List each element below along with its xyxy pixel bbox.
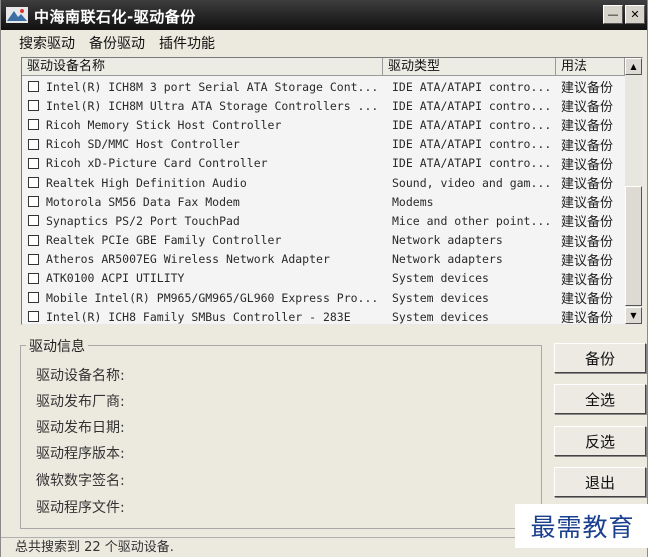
- row-driver-type: IDE ATA/ATAPI contro...: [392, 137, 552, 152]
- invert-selection-button[interactable]: 反选: [554, 426, 646, 456]
- row-device-name: Atheros AR5007EG Wireless Network Adapte…: [46, 252, 330, 267]
- select-all-button[interactable]: 全选: [554, 384, 646, 414]
- close-icon[interactable]: ✕: [625, 5, 645, 24]
- row-driver-type: IDE ATA/ATAPI contro...: [392, 117, 552, 132]
- driver-list[interactable]: 驱动设备名称 驱动类型 用法 Intel(R) ICH8M 3 port Ser…: [21, 57, 643, 325]
- menu-plugins[interactable]: 插件功能: [159, 33, 215, 53]
- row-recommendation: 建议备份: [561, 196, 614, 212]
- row-checkbox[interactable]: [28, 272, 39, 284]
- row-recommendation: 建议备份: [561, 311, 614, 325]
- table-row[interactable]: ATK0100 ACPI UTILITY System devices 建议备份: [22, 269, 625, 288]
- row-driver-type: Sound, video and gam...: [392, 175, 552, 190]
- row-checkbox[interactable]: [28, 177, 39, 189]
- scroll-thumb[interactable]: [625, 186, 642, 306]
- row-device-name: Realtek PCIe GBE Family Controller: [46, 233, 282, 248]
- row-device-name: Ricoh SD/MMC Host Controller: [46, 137, 240, 152]
- row-recommendation: 建议备份: [561, 100, 614, 116]
- scroll-down-icon[interactable]: ▼: [625, 307, 642, 324]
- row-device-name: ATK0100 ACPI UTILITY: [46, 271, 185, 286]
- row-checkbox[interactable]: [28, 234, 39, 246]
- row-recommendation: 建议备份: [561, 272, 614, 288]
- backup-button[interactable]: 备份: [554, 343, 646, 373]
- row-checkbox[interactable]: [28, 215, 39, 227]
- row-driver-type: Network adapters: [392, 252, 503, 267]
- watermark-logo: 最需教育: [515, 504, 650, 548]
- row-driver-type: IDE ATA/ATAPI contro...: [392, 98, 552, 113]
- row-device-name: Realtek High Definition Audio: [46, 175, 247, 190]
- list-header: 驱动设备名称 驱动类型 用法: [22, 58, 625, 76]
- table-row[interactable]: Ricoh xD-Picture Card Controller IDE ATA/…: [22, 154, 625, 173]
- row-recommendation: 建议备份: [561, 119, 614, 135]
- field-vendor: 驱动发布厂商:: [36, 394, 125, 410]
- row-driver-type: System devices: [392, 271, 489, 286]
- table-row[interactable]: Realtek PCIe GBE Family Controller Networ…: [22, 231, 625, 250]
- menu-backup-drivers[interactable]: 备份驱动: [89, 33, 145, 53]
- scroll-up-icon[interactable]: ▲: [625, 58, 642, 75]
- row-checkbox[interactable]: [28, 253, 39, 265]
- driver-info-title: 驱动信息: [26, 336, 88, 356]
- title-bar[interactable]: 中海南联石化-驱动备份 — ✕: [1, 0, 647, 30]
- row-checkbox[interactable]: [28, 196, 39, 208]
- row-driver-type: System devices: [392, 290, 489, 305]
- table-row[interactable]: Realtek High Definition Audio Sound, vide…: [22, 173, 625, 192]
- app-icon: [6, 7, 28, 23]
- field-version: 驱动程序版本:: [36, 446, 125, 462]
- table-row[interactable]: Intel(R) ICH8 Family SMBus Controller - …: [22, 307, 625, 325]
- exit-button[interactable]: 退出: [554, 467, 646, 497]
- row-checkbox[interactable]: [28, 157, 39, 169]
- table-row[interactable]: Intel(R) ICH8M Ultra ATA Storage Control…: [22, 96, 625, 115]
- menu-search-drivers[interactable]: 搜索驱动: [19, 33, 75, 53]
- field-date: 驱动发布日期:: [36, 420, 125, 436]
- list-rows: Intel(R) ICH8M 3 port Serial ATA Storage…: [22, 77, 625, 325]
- app-window: 中海南联石化-驱动备份 — ✕ 搜索驱动 备份驱动 插件功能 驱动设备名称 驱动…: [0, 0, 648, 557]
- row-checkbox[interactable]: [28, 100, 39, 112]
- row-checkbox[interactable]: [28, 119, 39, 131]
- row-checkbox[interactable]: [28, 311, 39, 323]
- column-header-type[interactable]: 驱动类型: [383, 58, 556, 76]
- table-row[interactable]: Mobile Intel(R) PM965/GM965/GL960 Expres…: [22, 288, 625, 307]
- row-device-name: Intel(R) ICH8 Family SMBus Controller - …: [46, 309, 351, 324]
- row-driver-type: System devices: [392, 309, 489, 324]
- row-driver-type: IDE ATA/ATAPI contro...: [392, 79, 552, 94]
- minimize-icon[interactable]: —: [603, 5, 623, 24]
- row-recommendation: 建议备份: [561, 157, 614, 173]
- row-checkbox[interactable]: [28, 292, 39, 304]
- row-checkbox[interactable]: [28, 138, 39, 150]
- row-recommendation: 建议备份: [561, 234, 614, 250]
- row-driver-type: Network adapters: [392, 233, 503, 248]
- row-recommendation: 建议备份: [561, 215, 614, 231]
- row-device-name: Ricoh Memory Stick Host Controller: [46, 117, 282, 132]
- table-row[interactable]: Atheros AR5007EG Wireless Network Adapte…: [22, 250, 625, 269]
- row-device-name: Intel(R) ICH8M 3 port Serial ATA Storage…: [46, 79, 379, 94]
- table-row[interactable]: Ricoh SD/MMC Host Controller IDE ATA/ATAP…: [22, 135, 625, 154]
- column-header-usage[interactable]: 用法: [556, 58, 625, 76]
- row-device-name: Motorola SM56 Data Fax Modem: [46, 194, 240, 209]
- window-title: 中海南联石化-驱动备份: [34, 8, 196, 26]
- row-device-name: Intel(R) ICH8M Ultra ATA Storage Control…: [46, 98, 379, 113]
- column-header-name[interactable]: 驱动设备名称: [22, 58, 383, 76]
- table-row[interactable]: Intel(R) ICH8M 3 port Serial ATA Storage…: [22, 77, 625, 96]
- row-recommendation: 建议备份: [561, 292, 614, 308]
- row-checkbox[interactable]: [28, 81, 39, 93]
- table-row[interactable]: Motorola SM56 Data Fax Modem Modems 建议备份: [22, 192, 625, 211]
- row-device-name: Ricoh xD-Picture Card Controller: [46, 156, 268, 171]
- field-signature: 微软数字签名:: [36, 473, 125, 489]
- table-row[interactable]: Ricoh Memory Stick Host Controller IDE AT…: [22, 115, 625, 134]
- table-row[interactable]: Synaptics PS/2 Port TouchPad Mice and oth…: [22, 211, 625, 230]
- row-recommendation: 建议备份: [561, 177, 614, 193]
- field-device-name: 驱动设备名称:: [36, 368, 125, 384]
- menu-bar: 搜索驱动 备份驱动 插件功能: [1, 32, 647, 54]
- row-driver-type: IDE ATA/ATAPI contro...: [392, 156, 552, 171]
- row-driver-type: Mice and other point...: [392, 213, 552, 228]
- field-file: 驱动程序文件:: [36, 500, 125, 516]
- row-recommendation: 建议备份: [561, 138, 614, 154]
- row-driver-type: Modems: [392, 194, 434, 209]
- row-recommendation: 建议备份: [561, 81, 614, 97]
- vertical-scrollbar[interactable]: ▲ ▼: [625, 58, 642, 324]
- row-device-name: Synaptics PS/2 Port TouchPad: [46, 213, 240, 228]
- driver-info-group: 驱动信息 驱动设备名称: 驱动发布厂商: 驱动发布日期: 驱动程序版本: 微软数…: [20, 336, 542, 529]
- row-recommendation: 建议备份: [561, 253, 614, 269]
- row-device-name: Mobile Intel(R) PM965/GM965/GL960 Expres…: [46, 290, 379, 305]
